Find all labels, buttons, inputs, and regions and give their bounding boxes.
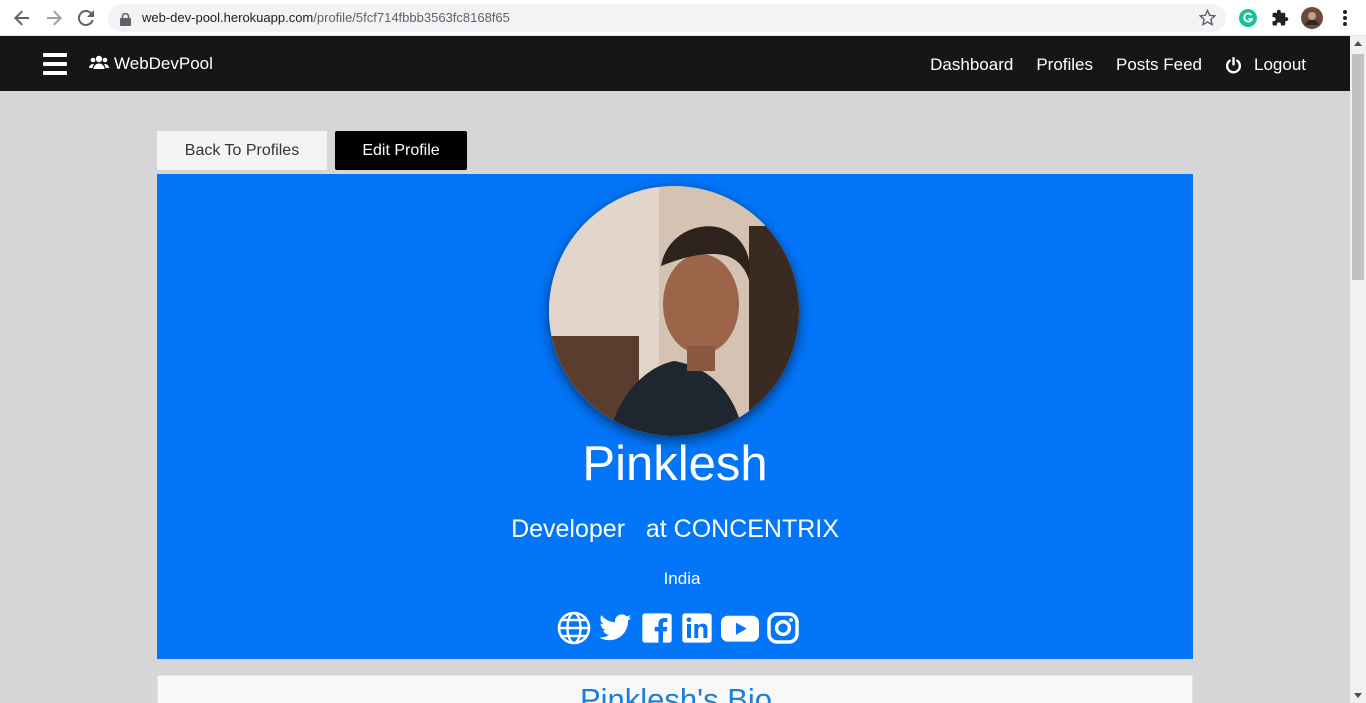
profile-title: Developer at CONCENTRIX (511, 515, 839, 543)
browser-menu-icon[interactable] (1334, 7, 1356, 29)
url-host: web-dev-pool.herokuapp.com (142, 10, 314, 25)
social-links (557, 611, 799, 645)
lock-icon (120, 11, 131, 30)
bio-heading: Pinklesh's Bio (579, 682, 772, 703)
app-navbar: WebDevPool Dashboard Profiles Posts Feed… (0, 36, 1350, 91)
linkedin-icon[interactable] (681, 612, 713, 644)
globe-icon[interactable] (557, 611, 591, 645)
instagram-icon[interactable] (767, 612, 799, 644)
grammarly-icon[interactable] (1237, 7, 1259, 29)
power-icon[interactable] (1225, 56, 1242, 74)
back-to-profiles-button[interactable]: Back To Profiles (157, 131, 327, 170)
youtube-icon[interactable] (721, 611, 759, 645)
scroll-up-icon[interactable] (1354, 41, 1362, 46)
browser-toolbar: web-dev-pool.herokuapp.com/profile/5fcf7… (0, 0, 1366, 36)
nav-logout[interactable]: Logout (1254, 55, 1306, 75)
forward-arrow-icon[interactable] (42, 6, 66, 30)
bookmark-star-icon[interactable] (1198, 8, 1217, 30)
facebook-icon[interactable] (641, 612, 673, 644)
bio-section: Pinklesh's Bio (157, 675, 1193, 703)
address-bar[interactable]: web-dev-pool.herokuapp.com/profile/5fcf7… (108, 4, 1226, 32)
extensions-puzzle-icon[interactable] (1269, 7, 1291, 29)
twitter-icon[interactable] (599, 611, 633, 645)
hamburger-menu-icon[interactable] (43, 53, 67, 75)
profile-location: India (663, 569, 701, 588)
user-avatar-icon[interactable] (1301, 7, 1323, 29)
brand-name: WebDevPool (114, 54, 213, 73)
page-scrollbar[interactable] (1350, 36, 1366, 703)
profile-header-card: Pinklesh Developer at CONCENTRIX India (157, 174, 1193, 659)
brand-link[interactable]: WebDevPool (89, 54, 213, 74)
nav-profiles[interactable]: Profiles (1036, 55, 1093, 75)
nav-posts-feed[interactable]: Posts Feed (1116, 55, 1202, 75)
url-text: web-dev-pool.herokuapp.com/profile/5fcf7… (142, 10, 510, 25)
scroll-thumb[interactable] (1352, 54, 1364, 280)
url-path: /profile/5fcf714fbbb3563fc8168f65 (313, 10, 510, 25)
users-icon (89, 54, 109, 74)
profile-avatar (549, 186, 799, 436)
nav-links: Dashboard Profiles Posts Feed Logout (907, 55, 1306, 75)
profile-name: Pinklesh (582, 437, 768, 491)
scroll-down-icon[interactable] (1354, 693, 1362, 698)
reload-icon[interactable] (74, 6, 98, 30)
nav-dashboard[interactable]: Dashboard (930, 55, 1013, 75)
back-arrow-icon[interactable] (10, 6, 34, 30)
edit-profile-button[interactable]: Edit Profile (335, 131, 467, 170)
